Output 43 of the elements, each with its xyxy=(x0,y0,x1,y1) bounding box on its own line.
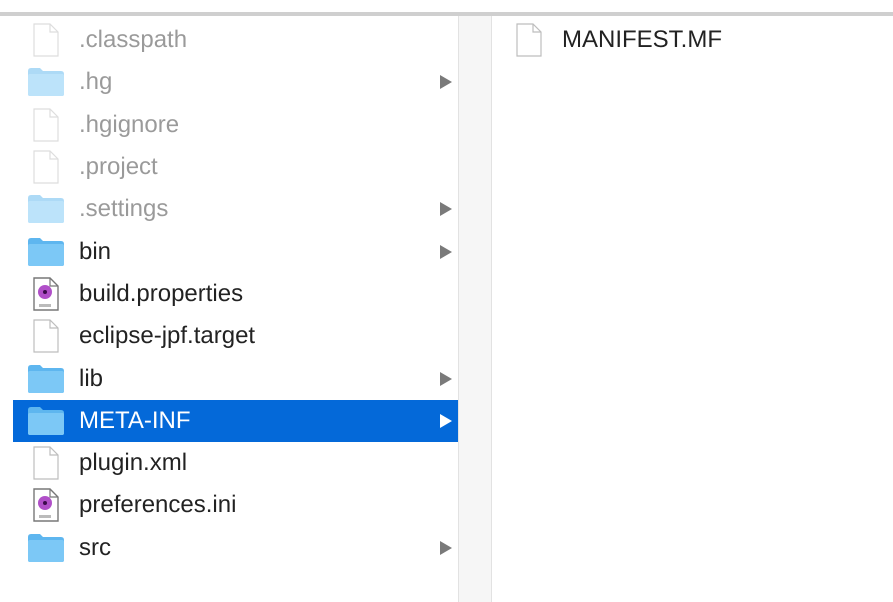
expand-arrow-icon[interactable] xyxy=(440,372,452,386)
file-name: src xyxy=(79,532,111,563)
file-row[interactable]: lib xyxy=(13,357,458,400)
document-icon xyxy=(33,319,59,354)
file-name: .settings xyxy=(79,194,168,224)
document-icon xyxy=(33,108,59,142)
file-name: .hgignore xyxy=(79,110,180,140)
file-row[interactable]: META-INF xyxy=(13,400,458,442)
file-name: .hg xyxy=(79,67,112,98)
document-flower-icon xyxy=(33,488,59,522)
expand-arrow-icon[interactable] xyxy=(440,244,452,259)
file-name: lib xyxy=(79,364,104,394)
expand-arrow-icon[interactable] xyxy=(440,75,452,90)
folder-icon xyxy=(27,194,65,224)
file-name: eclipse-jpf.target xyxy=(79,321,256,352)
expand-arrow-icon[interactable] xyxy=(440,202,452,216)
folder-icon xyxy=(27,364,65,394)
document-flower-icon xyxy=(33,276,59,311)
file-row[interactable]: src xyxy=(13,526,458,569)
file-row[interactable]: build.properties xyxy=(13,272,458,316)
folder-icon xyxy=(27,406,65,436)
document-icon xyxy=(33,446,59,480)
expand-arrow-icon[interactable] xyxy=(440,540,452,555)
file-name: build.properties xyxy=(79,278,244,309)
file-name: plugin.xml xyxy=(79,448,188,478)
file-row[interactable]: MANIFEST.MF xyxy=(496,19,893,62)
file-name: META-INF xyxy=(79,406,191,436)
document-icon xyxy=(33,150,59,184)
file-row[interactable]: eclipse-jpf.target xyxy=(13,315,458,358)
file-name: bin xyxy=(79,236,112,267)
folder-icon xyxy=(27,236,65,267)
file-name: .project xyxy=(79,152,158,182)
file-row[interactable]: bin xyxy=(13,230,458,273)
file-row[interactable]: plugin.xml xyxy=(13,442,458,484)
file-name: preferences.ini xyxy=(79,490,236,520)
folder-icon xyxy=(27,67,65,98)
folder-icon xyxy=(27,532,65,563)
document-icon xyxy=(516,23,542,58)
file-row[interactable]: preferences.ini xyxy=(13,484,458,527)
document-icon xyxy=(33,23,59,58)
expand-arrow-icon[interactable] xyxy=(440,414,452,428)
file-name: MANIFEST.MF xyxy=(562,25,722,56)
file-name: .classpath xyxy=(79,25,188,56)
